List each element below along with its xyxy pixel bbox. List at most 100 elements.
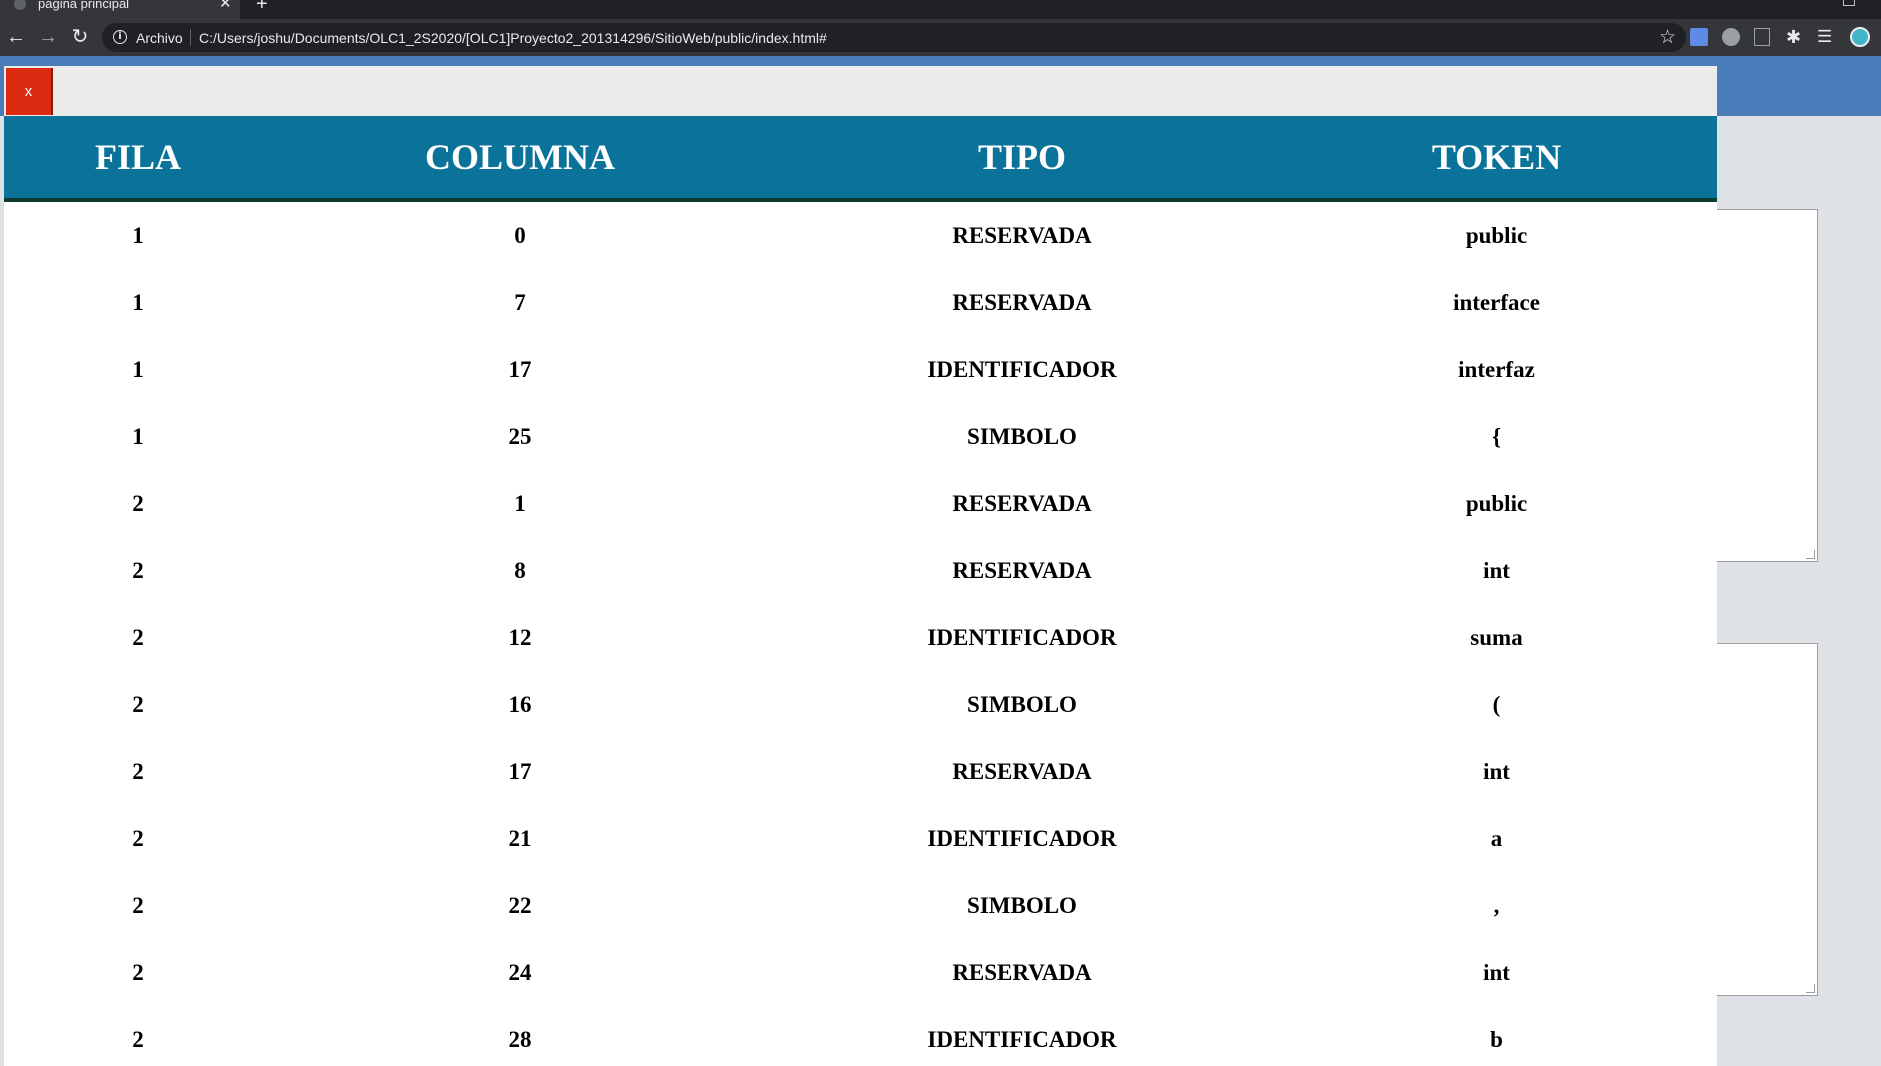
column-header-fila: FILA — [4, 116, 272, 202]
cell-fila: 1 — [132, 222, 144, 248]
close-button[interactable]: x — [6, 68, 53, 115]
cell-columna: 8 — [514, 557, 526, 583]
cell-tipo: SIMBOLO — [967, 691, 1077, 717]
column-header-columna: COLUMNA — [272, 116, 768, 202]
table-row: 2 12 IDENTIFICADOR suma — [4, 604, 1717, 671]
column-header-tipo: TIPO — [768, 116, 1276, 202]
cell-tipo: IDENTIFICADOR — [927, 825, 1117, 851]
cell-token: public — [1465, 490, 1528, 516]
cell-tipo: RESERVADA — [952, 959, 1092, 985]
table-row: 2 17 RESERVADA int — [4, 738, 1717, 805]
cell-columna: 28 — [508, 1026, 532, 1052]
output-textarea[interactable] — [1700, 643, 1818, 996]
resize-grip-icon[interactable] — [1806, 550, 1815, 559]
table-row: 2 24 RESERVADA int — [4, 939, 1717, 1006]
cell-fila: 2 — [132, 825, 144, 851]
cell-token: public — [1465, 222, 1528, 248]
cell-token: b — [1490, 1026, 1503, 1052]
table-header-row: FILA COLUMNA TIPO TOKEN — [4, 116, 1717, 202]
cell-columna: 21 — [508, 825, 532, 851]
cell-columna: 16 — [508, 691, 532, 717]
cell-fila: 2 — [132, 892, 144, 918]
cell-tipo: RESERVADA — [952, 490, 1092, 516]
table-row: 1 17 IDENTIFICADOR interfaz — [4, 336, 1717, 403]
cell-columna: 22 — [508, 892, 532, 918]
cell-tipo: IDENTIFICADOR — [927, 624, 1117, 650]
column-header-token: TOKEN — [1276, 116, 1717, 202]
divider — [190, 29, 191, 46]
cell-tipo: IDENTIFICADOR — [927, 356, 1117, 382]
browser-toolbar: ← → ↻ i Archivo C:/Users/joshu/Documents… — [0, 19, 1881, 56]
cell-columna: 17 — [508, 758, 532, 784]
reload-icon[interactable]: ↻ — [68, 25, 92, 49]
reading-list-icon[interactable]: ☰ — [1817, 28, 1835, 46]
table-row: 2 22 SIMBOLO, — [4, 872, 1717, 939]
pdf-icon[interactable] — [1754, 28, 1770, 46]
cell-columna: 12 — [508, 624, 532, 650]
cell-token: { — [1491, 423, 1502, 449]
modal-header: x — [4, 66, 1717, 116]
cell-tipo: RESERVADA — [952, 222, 1092, 248]
puzzle-icon[interactable]: ✱ — [1786, 28, 1804, 46]
cell-fila: 2 — [132, 691, 144, 717]
table-row: 1 7 RESERVADA interface — [4, 269, 1717, 336]
table-row: 1 25 SIMBOLO { — [4, 403, 1717, 470]
tab-strip: pagina principal ✕ + — [0, 0, 1881, 19]
cell-tipo: RESERVADA — [952, 557, 1092, 583]
cell-fila: 2 — [132, 490, 144, 516]
table-row: 2 28 IDENTIFICADOR b — [4, 1006, 1717, 1066]
cell-tipo: IDENTIFICADOR — [927, 1026, 1117, 1052]
table-row: 2 16 SIMBOLO ( — [4, 671, 1717, 738]
star-icon[interactable]: ☆ — [1659, 26, 1676, 49]
forward-icon[interactable]: → — [36, 25, 60, 49]
table-row: 2 21 IDENTIFICADOR a — [4, 805, 1717, 872]
cell-fila: 2 — [132, 624, 144, 650]
scheme-label: Archivo — [136, 30, 183, 46]
cell-token: int — [1483, 758, 1510, 784]
cell-fila: 2 — [132, 557, 144, 583]
cell-fila: 2 — [132, 1026, 144, 1052]
cell-token: interfaz — [1458, 356, 1535, 382]
cell-tipo: RESERVADA — [952, 289, 1092, 315]
extension-icon[interactable] — [1722, 28, 1740, 46]
cell-token: a — [1490, 825, 1503, 851]
cell-columna: 17 — [508, 356, 532, 382]
table-row: 2 8 RESERVADA int — [4, 537, 1717, 604]
close-tab-icon[interactable]: ✕ — [219, 0, 232, 12]
cell-token: ( — [1492, 691, 1501, 717]
back-icon[interactable]: ← — [4, 25, 28, 49]
restore-window-icon[interactable] — [1843, 0, 1855, 6]
cell-tipo: RESERVADA — [952, 758, 1092, 784]
avatar-icon[interactable] — [1850, 27, 1870, 47]
browser-tab[interactable]: pagina principal ✕ — [0, 0, 240, 19]
cell-token: , — [1493, 892, 1500, 918]
cell-columna: 0 — [514, 222, 526, 248]
cell-token: suma — [1470, 624, 1523, 650]
address-bar[interactable]: i Archivo C:/Users/joshu/Documents/OLC1_… — [102, 23, 1686, 52]
cell-fila: 2 — [132, 959, 144, 985]
cell-fila: 1 — [132, 356, 144, 382]
table-row: 2 1 RESERVADA public — [4, 470, 1717, 537]
table-row: 1 0 RESERVADA public — [4, 200, 1717, 269]
token-report-modal: x FILA COLUMNA TIPO TOKEN 1 0 RESERVADA pub… — [4, 66, 1717, 1066]
cell-tipo: SIMBOLO — [967, 423, 1077, 449]
tab-title: pagina principal — [38, 0, 130, 11]
code-textarea[interactable] — [1700, 209, 1818, 562]
cell-columna: 25 — [508, 423, 532, 449]
url-text[interactable]: C:/Users/joshu/Documents/OLC1_2S2020/[OL… — [199, 30, 827, 46]
cell-columna: 7 — [514, 289, 526, 315]
token-table: FILA COLUMNA TIPO TOKEN 1 0 RESERVADA publi… — [4, 116, 1717, 1066]
cell-columna: 24 — [508, 959, 532, 985]
info-icon[interactable]: i — [113, 30, 127, 44]
cell-fila: 1 — [132, 289, 144, 315]
cell-token: interface — [1453, 289, 1540, 315]
new-tab-icon[interactable]: + — [256, 0, 268, 16]
cell-token: int — [1483, 959, 1510, 985]
resize-grip-icon[interactable] — [1806, 984, 1815, 993]
cell-token: int — [1483, 557, 1510, 583]
cell-fila: 1 — [132, 423, 144, 449]
translate-icon[interactable] — [1690, 28, 1708, 46]
cell-columna: 1 — [514, 490, 526, 516]
cell-tipo: SIMBOLO — [967, 892, 1077, 918]
cell-fila: 2 — [132, 758, 144, 784]
